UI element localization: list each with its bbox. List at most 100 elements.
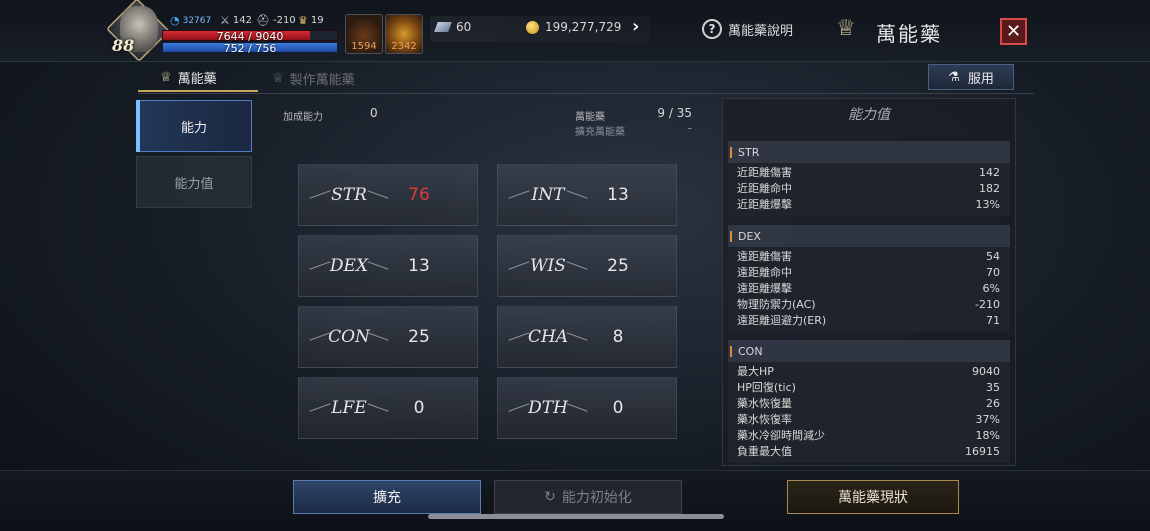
help-label: 萬能藥說明 [728, 23, 794, 39]
stat-card-str[interactable]: STR 76 [298, 164, 478, 226]
ability-value: 54 [986, 250, 1000, 263]
stat-value: 13 [408, 256, 430, 276]
use-elixir-button[interactable]: ⚗ 服用 [928, 64, 1014, 90]
stat-name: CON [299, 327, 399, 347]
ability-row: 最大HP 9040 [728, 364, 1010, 380]
ability-group-str: STR 近距離傷害 142 近距離命中 182 近距離爆擊 13% [728, 141, 1010, 216]
stat-card-lfe[interactable]: LFE 0 [298, 377, 478, 439]
exp-stat: ◔ 32767 [170, 14, 211, 27]
trophy-value: 19 [310, 15, 324, 26]
tab-label: 萬能藥 [177, 71, 217, 87]
stat-card-dex[interactable]: DEX 13 [298, 235, 478, 297]
stat-card-int[interactable]: INT 13 [497, 164, 677, 226]
ac-stat: ⚔ 142 [220, 14, 252, 27]
stat-name: INT [498, 185, 598, 205]
trophy-icon: ♛ [298, 14, 308, 27]
ability-value: 35 [986, 381, 1000, 394]
stat-value: 76 [408, 185, 430, 205]
ability-label: 遠距離爆擊 [737, 282, 792, 295]
stat-name: CHA [498, 327, 598, 347]
close-button[interactable]: ✕ [1000, 18, 1027, 45]
stat-card-wis[interactable]: WIS 25 [497, 235, 677, 297]
ability-group-dex: DEX 遠距離傷害 54 遠距離命中 70 遠距離爆擊 6% 物理防禦力(AC) -21… [728, 225, 1010, 332]
horizontal-scrollbar[interactable] [428, 514, 724, 519]
stat-name: DTH [498, 398, 598, 418]
reset-ability-button[interactable]: ↻ 能力初始化 [494, 480, 682, 514]
elixir-count-value: 9 / 35 [657, 106, 692, 120]
slot-count: 1594 [351, 41, 377, 52]
ability-row: HP回復(tic) 35 [728, 380, 1010, 396]
exp-icon: ◔ [170, 14, 180, 27]
stat-name: WIS [498, 256, 598, 276]
ability-label: HP回復(tic) [737, 381, 796, 394]
stat-card-cha[interactable]: CHA 8 [497, 306, 677, 368]
ability-value: 142 [979, 166, 1000, 179]
mp-bar: 752 / 756 [162, 42, 338, 55]
gold-currency: 199,277,729 [526, 20, 621, 34]
ability-row: 負重最大值 16915 [728, 444, 1010, 460]
ability-value: 70 [986, 266, 1000, 279]
quick-slot-2[interactable]: 2342 [385, 14, 423, 54]
ability-label: 物理防禦力(AC) [737, 298, 816, 311]
stat-card-dth[interactable]: DTH 0 [497, 377, 677, 439]
stat-value: 13 [607, 185, 629, 205]
ability-group-con: CON 最大HP 9040 HP回復(tic) 35 藥水恢復量 26 藥水恢復率 37… [728, 340, 1010, 463]
expand-label: 擴充 [373, 490, 401, 506]
tab-elixir[interactable]: ♕ 萬能藥 [138, 64, 258, 92]
ability-label: 負重最大值 [737, 445, 792, 458]
bonus-label: 加成能力 [283, 112, 323, 123]
expand-button[interactable]: 擴充 [293, 480, 481, 514]
gem-icon [434, 22, 452, 32]
reset-label: 能力初始化 [561, 490, 632, 506]
mr-stat: ⛑ -210 [256, 14, 296, 27]
gold-value: 199,277,729 [545, 20, 622, 34]
side-item-ability[interactable]: 能力 [136, 100, 252, 152]
hp-text: 7644 / 9040 [216, 30, 284, 43]
ability-value: 13% [975, 198, 1000, 211]
ability-label: 近距離傷害 [737, 166, 792, 179]
ability-row: 藥水冷卻時間減少 18% [728, 428, 1010, 444]
divider [138, 93, 1034, 94]
elixir-status-button[interactable]: 萬能藥現狀 [787, 480, 959, 514]
ability-label: 藥水恢復量 [737, 397, 792, 410]
stat-value: 0 [612, 398, 624, 418]
group-header: STR [728, 141, 1010, 163]
chevron-right-icon[interactable]: › [632, 16, 639, 37]
stat-card-con[interactable]: CON 25 [298, 306, 478, 368]
craft-tab-icon: ♕ [272, 70, 284, 86]
ability-label: 遠距離迴避力(ER) [737, 314, 827, 327]
ability-value: 9040 [972, 365, 1000, 378]
gem-value: 60 [456, 20, 472, 34]
helmet-icon: ⛑ [256, 14, 270, 27]
expand-elixir-label: 擴充萬能藥 [575, 127, 625, 138]
ability-value: -210 [975, 298, 1000, 311]
expand-elixir-value: - [687, 121, 692, 135]
group-header: CON [728, 340, 1010, 362]
ability-value: 182 [979, 182, 1000, 195]
ability-row: 藥水恢復量 26 [728, 396, 1010, 412]
tab-craft-elixir[interactable]: ♕ 製作萬能藥 [272, 64, 355, 92]
ability-label: 遠距離命中 [737, 266, 792, 279]
slot-count: 2342 [391, 41, 417, 52]
character-level: 88 [112, 36, 135, 55]
tab-label: 製作萬能藥 [289, 72, 355, 88]
bonus-value: 0 [370, 106, 378, 120]
gold-coin-icon [526, 20, 539, 34]
mp-text: 752 / 756 [223, 42, 277, 55]
page-title: 萬能藥 [876, 22, 942, 46]
quick-slot-1[interactable]: 1594 [345, 14, 383, 54]
ability-label: 藥水冷卻時間減少 [737, 429, 825, 442]
ability-row: 遠距離爆擊 6% [728, 281, 1010, 297]
stat-name: STR [299, 185, 399, 205]
status-label: 萬能藥現狀 [838, 490, 908, 506]
elixir-tab-icon: ♕ [160, 69, 172, 85]
mr-value: -210 [272, 15, 296, 26]
ability-label: 最大HP [737, 365, 774, 378]
ac-value: 142 [232, 15, 252, 26]
side-item-ability-values[interactable]: 能力值 [136, 156, 252, 208]
help-button[interactable]: ? 萬能藥說明 [702, 19, 793, 39]
close-icon: ✕ [1005, 21, 1022, 42]
ability-panel-title: 能力值 [848, 107, 890, 123]
stat-name: LFE [299, 398, 399, 418]
elixir-crown-icon: ♕ [836, 16, 856, 41]
